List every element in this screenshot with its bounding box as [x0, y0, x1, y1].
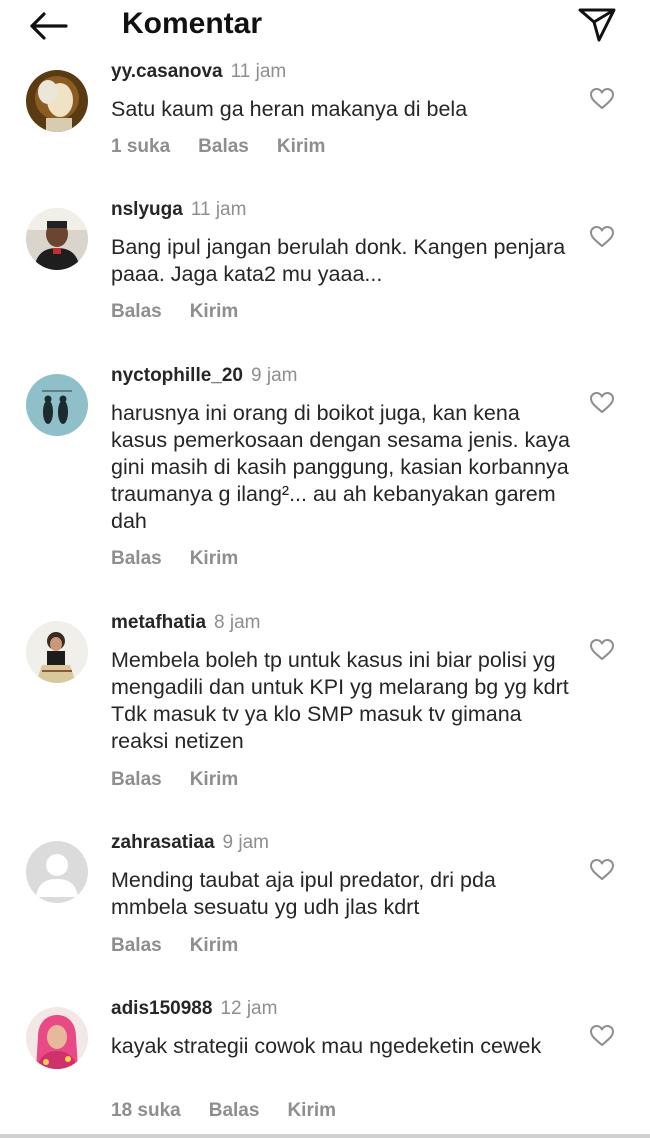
comment-meta: metafhatia 8 jam [111, 611, 261, 635]
reply-button[interactable]: Balas [111, 935, 162, 957]
heart-icon[interactable] [589, 857, 615, 883]
comment-list[interactable]: yy.casanova 11 jam Satu kaum ga heran mak… [0, 60, 650, 1138]
back-button[interactable] [26, 6, 70, 46]
comment-actions: Balas Kirim [111, 769, 266, 791]
avatar[interactable] [26, 208, 88, 270]
timestamp: 12 jam [220, 998, 278, 1019]
comment-text: harusnya ini orang di boikot juga, kan k… [111, 401, 570, 533]
reply-button[interactable]: Balas [111, 301, 162, 323]
avatar[interactable] [26, 1007, 88, 1069]
share-button[interactable] [574, 4, 620, 46]
comment-text: kayak strategii cowok mau ngedeketin cew… [111, 1034, 542, 1058]
timestamp: 8 jam [214, 612, 261, 633]
comment-actions: Balas Kirim [111, 301, 266, 323]
timestamp: 9 jam [251, 365, 298, 386]
paper-plane-icon [578, 8, 616, 42]
avatar[interactable] [26, 70, 88, 132]
arrow-left-icon [30, 12, 68, 40]
heart-icon[interactable] [589, 1023, 615, 1049]
avatar[interactable] [26, 621, 88, 683]
reply-button[interactable]: Balas [111, 548, 162, 570]
reply-button[interactable]: Balas [111, 769, 162, 791]
heart-icon[interactable] [589, 224, 615, 250]
heart-icon[interactable] [589, 390, 615, 416]
page-title: Komentar [122, 7, 263, 40]
timestamp: 11 jam [230, 61, 287, 82]
comment-text: Bang ipul jangan berulah donk. Kangen pe… [111, 235, 566, 286]
comment-text: Satu kaum ga heran makanya di bela [111, 97, 468, 121]
send-button[interactable]: Kirim [287, 1100, 336, 1122]
likes-count[interactable]: 18 suka [111, 1100, 181, 1122]
comment-actions: Balas Kirim [111, 548, 266, 570]
comment-actions: 18 suka Balas Kirim [111, 1100, 364, 1122]
reply-button[interactable]: Balas [209, 1100, 260, 1122]
username[interactable]: nyctophille_20 [111, 365, 243, 386]
send-button[interactable]: Kirim [190, 769, 239, 791]
username[interactable]: yy.casanova [111, 61, 223, 82]
send-button[interactable]: Kirim [190, 935, 239, 957]
username[interactable]: adis150988 [111, 998, 212, 1019]
username[interactable]: metafhatia [111, 612, 206, 633]
likes-count[interactable]: 1 suka [111, 136, 170, 158]
reply-button[interactable]: Balas [198, 136, 249, 158]
avatar[interactable] [26, 374, 88, 436]
heart-icon[interactable] [589, 637, 615, 663]
top-bar: Komentar [0, 0, 650, 60]
send-button[interactable]: Kirim [277, 136, 326, 158]
avatar[interactable] [26, 841, 88, 903]
bottom-divider [0, 1134, 650, 1138]
comment-text: Membela boleh tp untuk kasus ini biar po… [111, 648, 569, 753]
comment-meta: adis150988 12 jam [111, 997, 277, 1021]
comment-meta: yy.casanova 11 jam [111, 60, 286, 84]
send-button[interactable]: Kirim [190, 548, 239, 570]
username[interactable]: nslyuga [111, 199, 183, 220]
timestamp: 11 jam [190, 199, 247, 220]
username[interactable]: zahrasatiaa [111, 832, 215, 853]
comment-text: Mending taubat aja ipul predator, dri pd… [111, 868, 496, 919]
timestamp: 9 jam [222, 832, 269, 853]
comment-actions: Balas Kirim [111, 935, 266, 957]
heart-icon[interactable] [589, 86, 615, 112]
comment-meta: nyctophille_20 9 jam [111, 364, 297, 388]
comment-meta: nslyuga 11 jam [111, 198, 246, 222]
comment-actions: 1 suka Balas Kirim [111, 136, 353, 158]
comment-meta: zahrasatiaa 9 jam [111, 831, 269, 855]
send-button[interactable]: Kirim [190, 301, 239, 323]
